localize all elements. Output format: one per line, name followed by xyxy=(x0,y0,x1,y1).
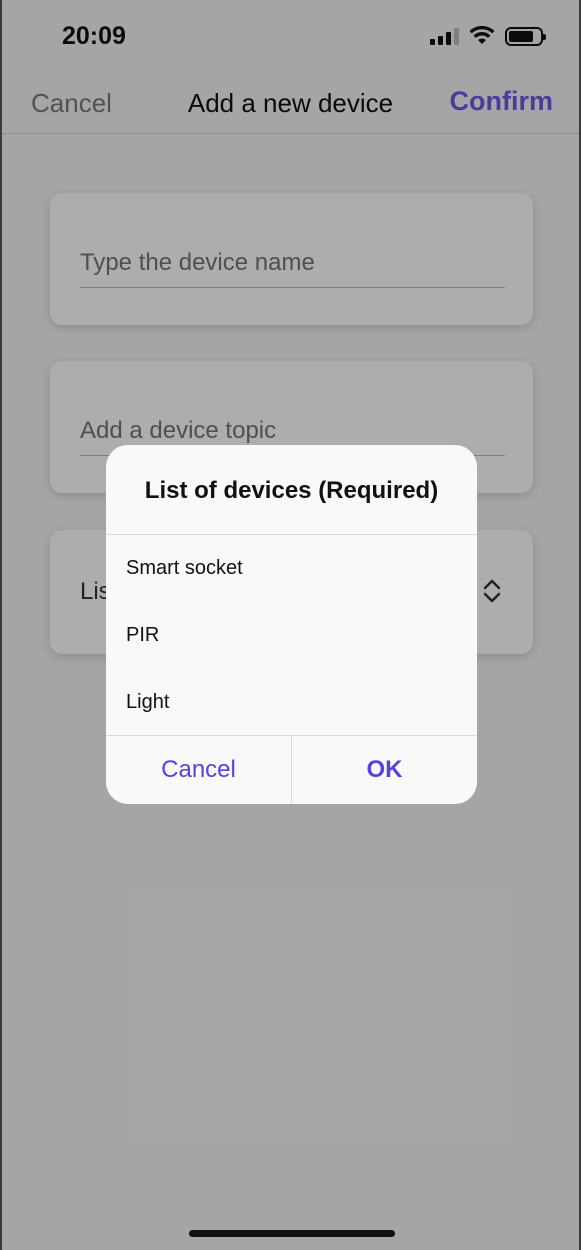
dialog-option-light[interactable]: Light xyxy=(106,669,477,736)
dialog-actions: Cancel OK xyxy=(106,735,477,804)
dialog-option-pir[interactable]: PIR xyxy=(106,602,477,669)
app-screen: 20:09 Cancel Add a new device Confirm Ty… xyxy=(2,0,579,1250)
dialog-title: List of devices (Required) xyxy=(106,445,477,535)
dialog-option-smart-socket[interactable]: Smart socket xyxy=(106,535,477,602)
device-list-dialog: List of devices (Required) Smart socket … xyxy=(106,445,477,804)
dialog-ok-button[interactable]: OK xyxy=(292,736,477,804)
home-indicator[interactable] xyxy=(189,1230,395,1237)
dialog-cancel-button[interactable]: Cancel xyxy=(106,736,292,804)
